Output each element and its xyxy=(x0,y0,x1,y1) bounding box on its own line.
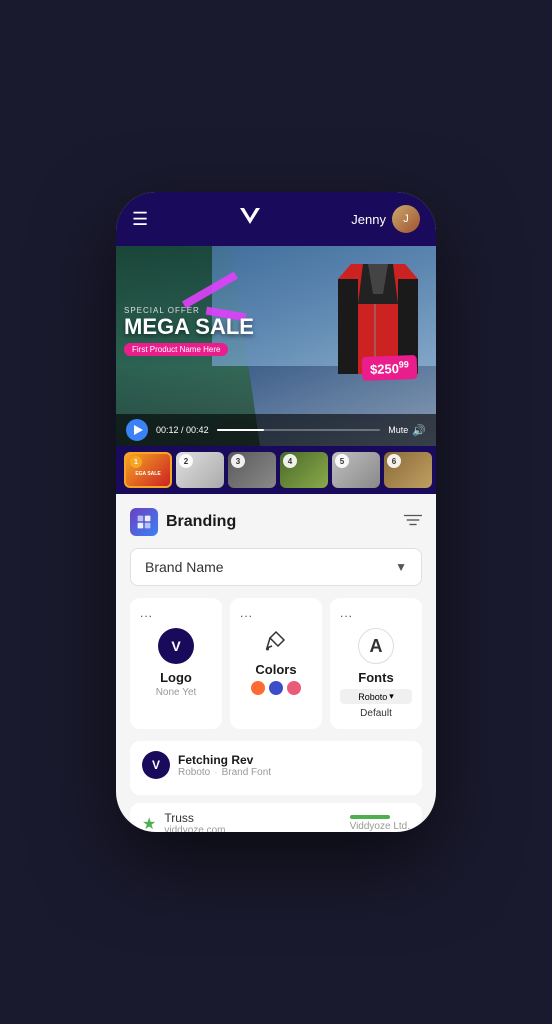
fetching-sublabel: Roboto · Brand Font xyxy=(178,767,410,778)
thumb-number-2: 2 xyxy=(179,454,193,468)
fetching-text-area: Fetching Rev Roboto · Brand Font xyxy=(178,753,410,778)
video-text-overlay: SPECIAL OFFER MEGA SALE First Product Na… xyxy=(124,306,254,357)
trust-label: Truss xyxy=(164,811,225,825)
fonts-more-dots[interactable]: ... xyxy=(340,606,353,620)
username-label: Jenny xyxy=(351,212,386,227)
play-icon xyxy=(134,425,143,435)
trust-right: Viddyoze Ltd. xyxy=(350,815,410,832)
thumbnail-5[interactable]: 5 xyxy=(332,452,380,488)
cards-row: ... V Logo None Yet ... xyxy=(130,598,422,729)
branding-icon xyxy=(130,508,158,536)
thumbnail-6[interactable]: 6 xyxy=(384,452,432,488)
play-button[interactable] xyxy=(126,419,148,441)
volume-icon: 🔊 xyxy=(412,424,426,437)
logo-more-dots[interactable]: ... xyxy=(140,606,153,620)
trust-text-area: Truss viddyoze.com xyxy=(164,811,225,832)
branding-title: Branding xyxy=(166,513,236,531)
thumb-number-5: 5 xyxy=(335,454,349,468)
price-badge: $25099 xyxy=(361,355,417,381)
mute-area[interactable]: Mute 🔊 xyxy=(388,424,426,437)
chevron-down-icon: ▼ xyxy=(395,560,407,574)
mega-sale-title: MEGA SALE xyxy=(124,315,254,339)
top-bar: ☰ Jenny J xyxy=(116,192,436,246)
avatar[interactable]: J xyxy=(392,205,420,233)
color-dot-1[interactable] xyxy=(251,681,265,695)
price-value: $250 xyxy=(370,361,399,377)
color-dot-2[interactable] xyxy=(269,681,283,695)
phone-shell: ☰ Jenny J xyxy=(116,192,436,832)
video-controls: 00:12 / 00:42 Mute 🔊 xyxy=(116,414,436,446)
hamburger-icon[interactable]: ☰ xyxy=(132,209,149,230)
trust-row: ★ Truss viddyoze.com Viddyoze Ltd. xyxy=(130,803,422,832)
thumbnail-3[interactable]: 3 xyxy=(228,452,276,488)
color-dot-3[interactable] xyxy=(287,681,301,695)
thumb-label-1: EGA SALE xyxy=(135,472,160,478)
trust-company: Viddyoze Ltd. xyxy=(350,821,410,832)
colors-dropper-icon xyxy=(262,628,290,656)
trust-domain: viddyoze.com xyxy=(164,825,225,832)
color-dots-row xyxy=(240,681,312,695)
price-cents: 99 xyxy=(399,359,409,369)
brand-dropdown[interactable]: Brand Name ▼ xyxy=(130,548,422,586)
fetching-bar: V Fetching Rev Roboto · Brand Font xyxy=(130,741,422,795)
mute-label: Mute xyxy=(388,425,408,435)
thumb-number-1: 1 xyxy=(130,456,142,468)
thumbnail-1[interactable]: 1 EGA SALE xyxy=(124,452,172,488)
video-section: $25099 SPECIAL OFFER MEGA SALE First Pro… xyxy=(116,246,436,446)
branding-left: Branding xyxy=(130,508,236,536)
font-select-mini[interactable]: Roboto ▾ xyxy=(340,689,412,704)
fonts-card[interactable]: ... A Fonts Roboto ▾ Default xyxy=(330,598,422,729)
thumbnail-2[interactable]: 2 xyxy=(176,452,224,488)
progress-bar-fill xyxy=(217,429,264,431)
fetching-top-row: V Fetching Rev Roboto · Brand Font xyxy=(142,751,410,779)
star-icon: ★ xyxy=(142,814,156,833)
fonts-a-icon: A xyxy=(358,628,394,664)
colors-card-label: Colors xyxy=(240,662,312,677)
logo-card-sublabel: None Yet xyxy=(140,687,212,698)
user-info: Jenny J xyxy=(351,205,420,233)
thumbnail-strip: 1 EGA SALE 2 3 4 5 6 xyxy=(116,446,436,494)
brand-dropdown-label: Brand Name xyxy=(145,559,224,575)
fonts-card-label: Fonts xyxy=(340,670,412,685)
logo-card-label: Logo xyxy=(140,670,212,685)
logo-v-icon-circle: V xyxy=(158,628,194,664)
content-area: Branding Brand Name ▼ .. xyxy=(116,494,436,832)
fetching-dot-separator: · xyxy=(214,767,217,778)
green-progress-bar xyxy=(350,815,390,819)
font-name-label: Roboto xyxy=(358,692,387,702)
branding-header: Branding xyxy=(130,508,422,536)
time-display: 00:12 / 00:42 xyxy=(156,425,209,435)
thumb-number-4: 4 xyxy=(283,454,297,468)
fetching-font-name: Roboto xyxy=(178,767,210,778)
colors-card[interactable]: ... Colors xyxy=(230,598,322,729)
thumb-number-3: 3 xyxy=(231,454,245,468)
logo-card[interactable]: ... V Logo None Yet xyxy=(130,598,222,729)
fetching-label: Fetching Rev xyxy=(178,753,410,767)
colors-more-dots[interactable]: ... xyxy=(240,606,253,620)
fetching-font-tag: Brand Font xyxy=(222,767,271,778)
phone-inner: ☰ Jenny J xyxy=(116,192,436,832)
font-default-label: Default xyxy=(340,708,412,719)
thumb-number-6: 6 xyxy=(387,454,401,468)
progress-bar[interactable] xyxy=(217,429,381,431)
fetching-v-icon: V xyxy=(142,751,170,779)
filter-icon[interactable] xyxy=(404,513,422,532)
font-chevron-icon: ▾ xyxy=(389,691,394,702)
thumbnail-4[interactable]: 4 xyxy=(280,452,328,488)
logo-v xyxy=(236,202,264,236)
product-name-badge: First Product Name Here xyxy=(124,343,228,356)
